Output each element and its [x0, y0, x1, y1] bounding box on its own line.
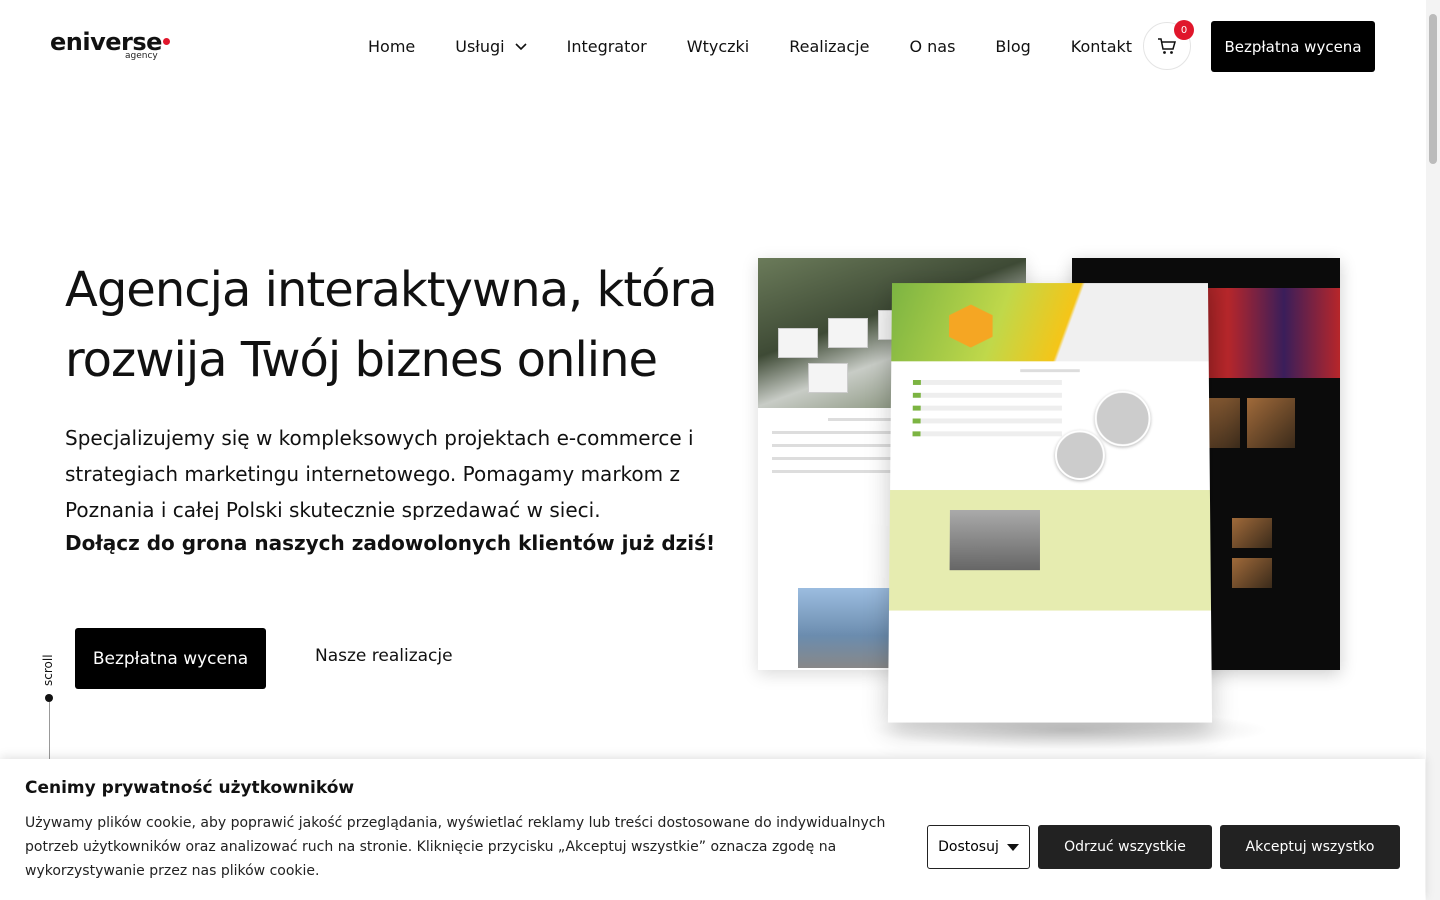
- nav-uslugi[interactable]: Usługi: [455, 36, 527, 56]
- cookie-customize-label: Dostosuj: [938, 839, 999, 855]
- house-shape: [778, 328, 818, 358]
- cookie-title: Cenimy prywatność użytkowników: [25, 778, 355, 798]
- hero-title: Agencja interaktywna, która rozwija Twój…: [65, 262, 718, 388]
- nav-label: Kontakt: [1070, 36, 1133, 56]
- cookie-customize-button[interactable]: Dostosuj: [927, 825, 1030, 869]
- nav-label: Integrator: [566, 36, 647, 56]
- house-shape: [828, 318, 868, 348]
- mockup-check-line: [912, 392, 1062, 398]
- mockup-check-line: [912, 418, 1062, 424]
- logo-subtitle: agency: [125, 51, 158, 61]
- mockup-photo: [1247, 398, 1295, 448]
- mockup-check-line: [912, 380, 1062, 385]
- caret-down-icon: [1006, 843, 1019, 851]
- nav-label: Blog: [995, 36, 1031, 56]
- nav-blog[interactable]: Blog: [995, 37, 1030, 56]
- house-shape: [808, 363, 848, 393]
- hero-quote-button[interactable]: Bezpłatna wycena: [75, 628, 266, 689]
- page-scrollbar[interactable]: [1426, 0, 1440, 900]
- chevron-down-icon: [515, 43, 527, 51]
- logo[interactable]: eniverse agency: [50, 28, 180, 64]
- nav-realizacje[interactable]: Realizacje: [789, 37, 869, 56]
- mockup-novapower-header: [891, 283, 1209, 362]
- cookie-reject-button[interactable]: Odrzuć wszystkie: [1038, 825, 1212, 869]
- portfolio-link[interactable]: Nasze realizacje: [315, 646, 453, 666]
- scroll-label: scroll: [41, 654, 55, 686]
- scroll-indicator[interactable]: scroll: [38, 650, 62, 762]
- award-badge-shape: [949, 305, 993, 348]
- portfolio-mockups-image: [750, 250, 1380, 760]
- mockup-heatpump-photo: [1094, 390, 1151, 447]
- nav-label: Home: [368, 36, 416, 56]
- mockup-photo: [1232, 558, 1272, 588]
- mockup-building-photo: [798, 588, 898, 668]
- cart-button[interactable]: 0: [1143, 20, 1194, 70]
- nav-home[interactable]: Home: [368, 37, 415, 56]
- scroll-dot: [45, 694, 53, 702]
- mockup-text-line: [1020, 369, 1080, 373]
- header-quote-button[interactable]: Bezpłatna wycena: [1211, 21, 1375, 72]
- mockup-room-photo: [949, 509, 1040, 571]
- mockup-novapower-site: [887, 283, 1213, 723]
- cart-icon: [1158, 38, 1176, 54]
- hero-highlight: Dołącz do grona naszych zadowolonych kli…: [65, 531, 716, 555]
- logo-dot: [163, 38, 170, 45]
- scroll-line: [49, 702, 50, 762]
- cookie-accept-button[interactable]: Akceptuj wszystko: [1220, 825, 1400, 869]
- hero-description: Specjalizujemy się w kompleksowych proje…: [65, 426, 694, 520]
- mockup-check-line: [912, 405, 1062, 411]
- nav-label: Realizacje: [789, 36, 870, 56]
- nav-label: O nas: [909, 36, 956, 56]
- nav-label: Usługi: [455, 36, 505, 56]
- mockup-heatpump-photo: [1054, 430, 1105, 481]
- mockup-climate-section: [888, 490, 1212, 611]
- nav-o-nas[interactable]: O nas: [909, 37, 955, 56]
- nav-wtyczki[interactable]: Wtyczki: [687, 37, 749, 56]
- main-nav: Home Usługi Integrator Wtyczki Realizacj…: [368, 34, 1172, 58]
- cookie-banner: Cenimy prywatność użytkowników Używamy p…: [0, 759, 1425, 900]
- scrollbar-thumb[interactable]: [1429, 14, 1437, 164]
- mockup-photo: [1232, 518, 1272, 548]
- cart-count-badge: 0: [1174, 20, 1194, 40]
- nav-integrator[interactable]: Integrator: [567, 37, 647, 56]
- mockup-check-line: [912, 431, 1062, 437]
- cookie-text: Używamy plików cookie, aby poprawić jako…: [25, 815, 886, 879]
- nav-label: Wtyczki: [686, 36, 750, 56]
- nav-kontakt[interactable]: Kontakt: [1071, 37, 1132, 56]
